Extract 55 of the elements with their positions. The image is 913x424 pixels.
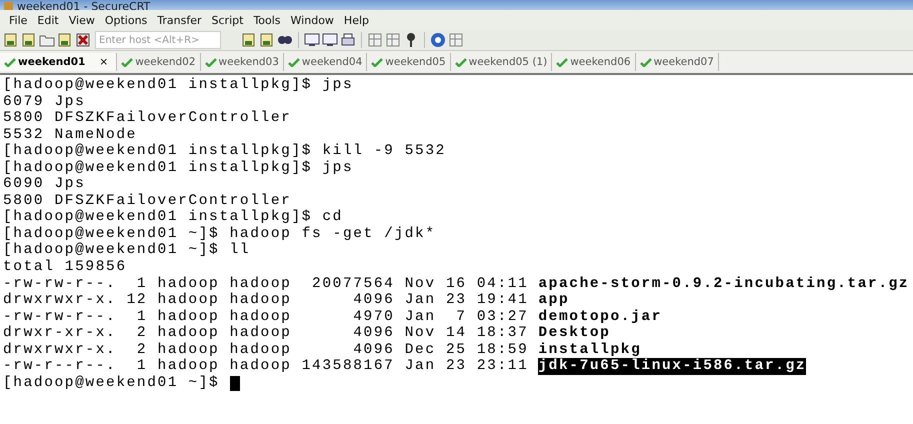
menu-item[interactable]: Script: [206, 14, 248, 26]
file-name: apache-storm-0.9.2-incubating.tar.gz: [538, 276, 910, 292]
file-details: drwxrwxr-x. 12 hadoop hadoop 4096 Jan 23 19:41: [3, 292, 528, 309]
terminal-line: 5800 DFSZKFailoverController: [3, 192, 292, 210]
host-field[interactable]: Enter host <Alt+R>: [95, 31, 221, 49]
disconnect-icon[interactable]: [75, 32, 91, 48]
file-details: -rw-r--r--. 1 hadoop hadoop 143588167 Jan 23 23:11: [3, 358, 528, 375]
terminal-line: 6079 Jps: [3, 94, 86, 110]
file-details: -rw-rw-r--. 1 hadoop hadoop 4970 Jan 7 03:27: [3, 308, 528, 326]
file-details: drwxr-xr-x. 2 hadoop hadoop 4096 Nov 14 18:37: [3, 325, 528, 342]
session-tab[interactable]: weekend01 ×: [0, 53, 118, 71]
window-title: weekend01 - SecureCRT: [17, 1, 150, 10]
menu-item[interactable]: Transfer: [152, 14, 207, 26]
terminal-prompt: [hadoop@weekend01 ~]$: [3, 374, 220, 392]
session-tab[interactable]: weekend02: [117, 53, 201, 71]
session-tab[interactable]: weekend05 (1): [450, 53, 552, 71]
session-tab[interactable]: weekend07: [636, 53, 719, 71]
close-icon[interactable]: ×: [99, 56, 108, 68]
menu-item[interactable]: File: [4, 14, 32, 26]
monitor-icon[interactable]: [304, 32, 320, 48]
file-details: -rw-rw-r--. 1 hadoop hadoop 20077564 Nov 16 04:11: [3, 276, 528, 292]
file-name: app: [538, 292, 570, 309]
file-name: jdk-7u65-linux-i586.tar.gz: [538, 358, 806, 375]
file-name: Desktop: [538, 325, 610, 342]
paste-icon[interactable]: [259, 32, 275, 48]
file-details: drwxrwxr-x. 2 hadoop hadoop 4096 Dec 25 18:59: [3, 342, 528, 358]
new-session-icon[interactable]: [3, 32, 19, 48]
copy-icon[interactable]: [241, 32, 257, 48]
menu-item[interactable]: Options: [100, 14, 152, 26]
app-icon: [4, 2, 13, 10]
printer-icon[interactable]: [340, 32, 356, 48]
menu-item[interactable]: Tools: [248, 14, 286, 26]
session-tab[interactable]: weekend03: [200, 53, 284, 71]
help-icon[interactable]: [430, 32, 446, 48]
file-name: installpkg: [538, 342, 642, 358]
terminal-line: [hadoop@weekend01 installpkg]$ cd: [3, 209, 343, 226]
terminal-line: [hadoop@weekend01 installpkg]$ jps: [3, 160, 354, 176]
session-tab[interactable]: weekend05: [367, 53, 451, 71]
terminal-line: [hadoop@weekend01 installpkg]$ kill -9 5532: [3, 143, 446, 160]
terminal-line: 5532 NameNode: [3, 126, 137, 144]
terminal-line: [hadoop@weekend01 ~]$ ll: [3, 242, 250, 260]
session-tab[interactable]: weekend06: [552, 53, 636, 71]
menu-item[interactable]: Window: [286, 14, 339, 26]
grid-icon[interactable]: [448, 32, 464, 48]
window-icon[interactable]: [322, 32, 338, 48]
terminal-line: 6090 Jps: [3, 176, 86, 193]
terminal-line: 5800 DFSZKFailoverController: [3, 110, 292, 127]
menu-item[interactable]: Edit: [32, 14, 64, 26]
session-tab[interactable]: weekend04: [284, 53, 368, 71]
menu-item[interactable]: Help: [338, 14, 374, 26]
terminal-line: [hadoop@weekend01 installpkg]$ jps: [3, 77, 354, 94]
file-name: demotopo.jar: [538, 308, 662, 326]
menu-item[interactable]: View: [64, 14, 100, 26]
terminal-line: [hadoop@weekend01 ~]$ hadoop fs -get /jdk*: [3, 226, 436, 242]
terminal-line: total 159856: [3, 259, 127, 276]
